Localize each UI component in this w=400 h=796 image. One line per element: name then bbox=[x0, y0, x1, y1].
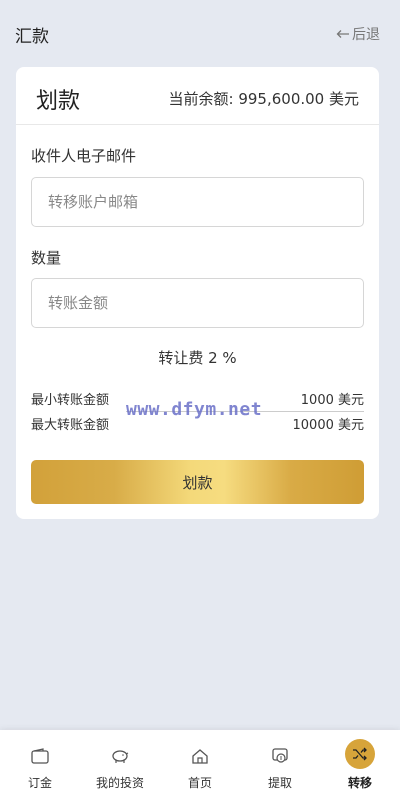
card-title: 划款 bbox=[36, 89, 81, 114]
amount-input[interactable] bbox=[31, 278, 364, 328]
wallet-icon bbox=[31, 744, 49, 768]
transfer-submit-button[interactable]: 划款 bbox=[31, 460, 364, 504]
page-title: 汇款 bbox=[15, 27, 49, 47]
min-amount-label: 最小转账金额 bbox=[31, 393, 110, 408]
tab-transfer[interactable]: 转移 bbox=[320, 730, 400, 796]
top-bar: 汇款 后退 bbox=[0, 0, 400, 66]
piggy-bank-icon bbox=[111, 744, 129, 768]
shuffle-icon bbox=[345, 739, 375, 769]
balance-display: 当前余额: 995,600.00 美元 bbox=[169, 88, 360, 109]
amount-label: 数量 bbox=[31, 249, 62, 267]
max-amount-label: 最大转账金额 bbox=[31, 418, 110, 433]
tab-label: 我的投资 bbox=[95, 776, 144, 790]
back-label: 后退 bbox=[352, 27, 380, 43]
home-icon bbox=[191, 744, 209, 768]
tab-home[interactable]: 首页 bbox=[160, 730, 240, 796]
fee-text: 转让费 2 % bbox=[158, 349, 237, 367]
email-input[interactable] bbox=[31, 177, 364, 227]
watermark-text: www.dfym.net bbox=[126, 399, 263, 420]
tab-label: 首页 bbox=[187, 776, 212, 790]
arrow-left-icon bbox=[336, 30, 349, 38]
bottom-tab-bar: 订金 我的投资 首页 提取 转移 bbox=[0, 730, 400, 796]
tab-deposit[interactable]: 订金 bbox=[0, 730, 80, 796]
balance-label: 当前余额: bbox=[168, 90, 234, 108]
tab-withdraw[interactable]: 提取 bbox=[240, 730, 320, 796]
tab-label: 转移 bbox=[347, 776, 372, 790]
transfer-card: 划款 当前余额: 995,600.00 美元 收件人电子邮件 数量 转让费 2 … bbox=[16, 67, 379, 519]
tab-label: 提取 bbox=[267, 776, 292, 790]
balance-value: 995,600.00 美元 bbox=[238, 90, 359, 108]
tab-my-investment[interactable]: 我的投资 bbox=[80, 730, 160, 796]
email-label: 收件人电子邮件 bbox=[31, 147, 137, 165]
back-button[interactable]: 后退 bbox=[336, 24, 380, 44]
card-header: 划款 当前余额: 995,600.00 美元 bbox=[16, 67, 379, 125]
max-amount-value: 10000 美元 bbox=[292, 418, 365, 433]
min-amount-value: 1000 美元 bbox=[300, 393, 364, 408]
withdraw-icon bbox=[271, 744, 289, 768]
tab-label: 订金 bbox=[27, 776, 52, 790]
